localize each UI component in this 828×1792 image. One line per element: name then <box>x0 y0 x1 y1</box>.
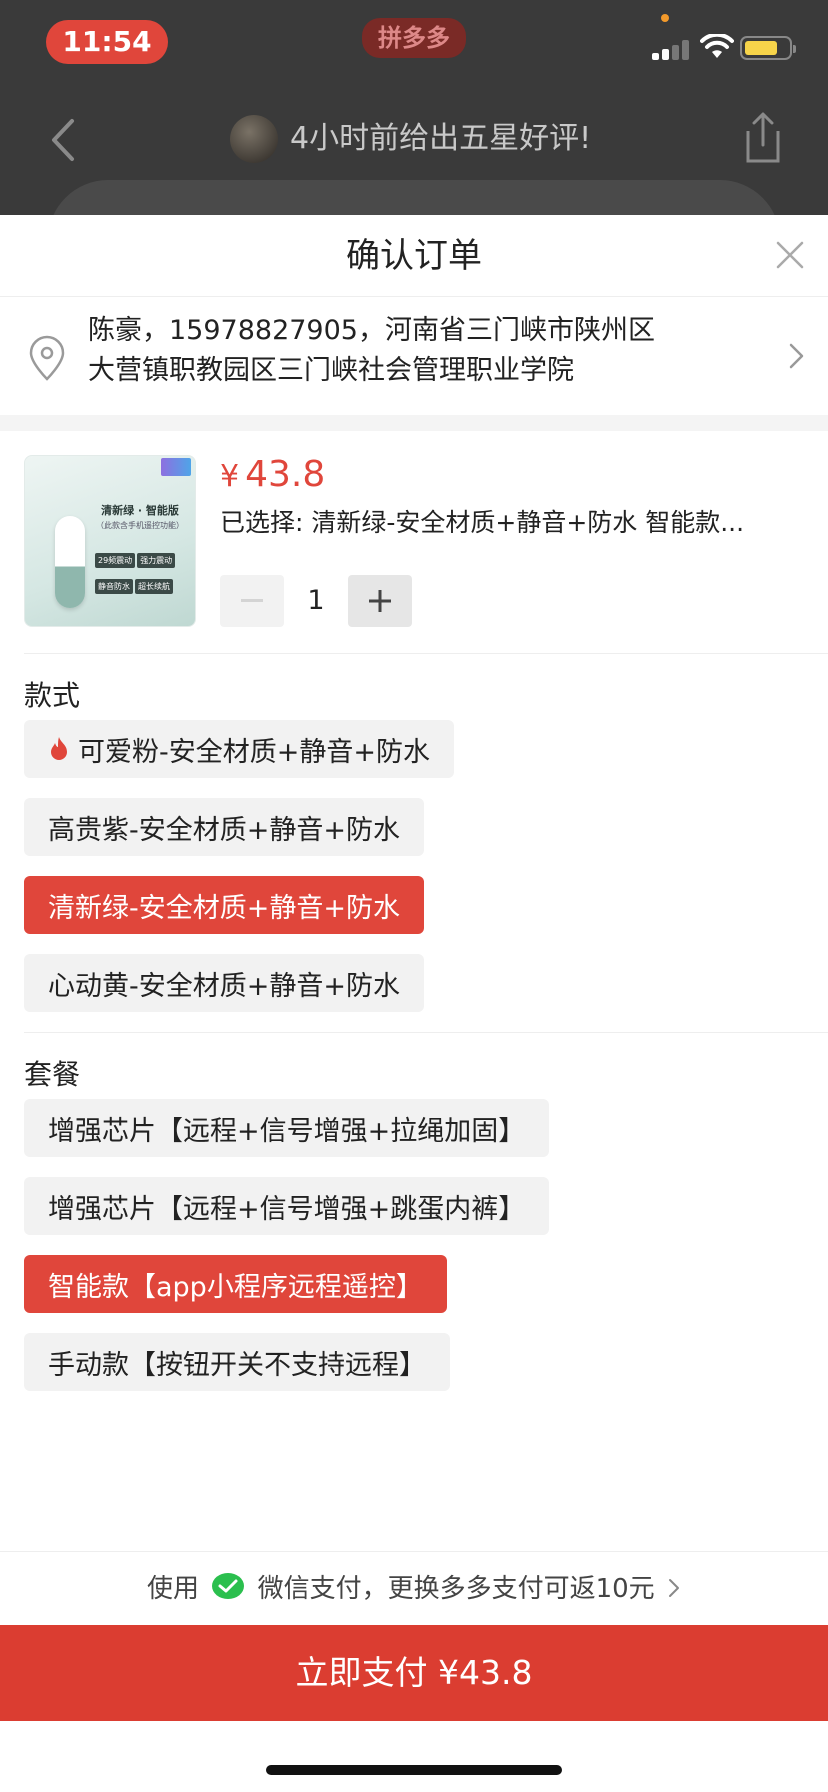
style-option-label: 清新绿-安全材质+静音+防水 <box>48 892 400 924</box>
thumbnail-tag: 强力震动 <box>137 553 176 568</box>
privacy-indicator-dot <box>661 14 669 22</box>
wifi-icon <box>700 34 734 58</box>
package-option-label: 智能款【app小程序远程遥控】 <box>48 1271 423 1303</box>
package-option-label: 手动款【按钮开关不支持远程】 <box>48 1349 426 1381</box>
nav-title: 4小时前给出五星好评! <box>290 121 592 156</box>
close-icon[interactable] <box>774 239 806 271</box>
sheet-header: 确认订单 <box>0 215 828 297</box>
back-icon[interactable] <box>44 115 84 165</box>
product-thumbnail[interactable]: 清新绿 · 智能版 （此款含手机遥控功能） 29频震动 强力震动静音防水 超长续航 <box>24 455 196 627</box>
payment-method-tip[interactable]: 使用 微信支付，更换多多支付可返10元 <box>0 1551 828 1625</box>
style-option-label: 心动黄-安全材质+静音+防水 <box>48 970 400 1002</box>
package-group-title: 套餐 <box>24 1058 81 1091</box>
confirm-order-sheet: 确认订单 陈豪，15978827905，河南省三门峡市陕州区 大营镇职教园区三门… <box>0 215 828 1792</box>
address-text: 陈豪，15978827905，河南省三门峡市陕州区 大营镇职教园区三门峡社会管理… <box>88 311 748 391</box>
style-option[interactable]: 心动黄-安全材质+静音+防水 <box>24 954 424 1012</box>
package-option[interactable]: 增强芯片【远程+信号增强+跳蛋内裤】 <box>24 1177 550 1235</box>
increase-quantity-button[interactable] <box>348 575 412 627</box>
wechat-icon <box>212 1572 245 1599</box>
package-option-label: 增强芯片【远程+信号增强+拉绳加固】 <box>48 1115 526 1147</box>
price-value: 43.8 <box>245 454 326 495</box>
cellular-signal-icon <box>652 38 692 60</box>
address-line-1: 陈豪，15978827905，河南省三门峡市陕州区 <box>88 315 655 346</box>
package-option[interactable]: 增强芯片【远程+信号增强+拉绳加固】 <box>24 1099 550 1157</box>
battery-icon <box>740 36 796 60</box>
plus-icon <box>369 590 391 612</box>
reviewer-avatar <box>230 115 278 163</box>
minus-icon <box>241 599 263 602</box>
address-line-2: 大营镇职教园区三门峡社会管理职业学院 <box>88 355 574 386</box>
package-option[interactable]: 手动款【按钮开关不支持远程】 <box>24 1333 450 1391</box>
chevron-right-icon <box>789 343 804 369</box>
tip-prefix: 使用 <box>147 1574 200 1604</box>
thumbnail-tag: 静音防水 <box>95 579 133 594</box>
dimmed-page-backdrop[interactable]: 11:54 拼多多 4小时前给出五星好评! <box>0 0 828 215</box>
product-price: ¥43.8 <box>220 451 325 501</box>
decrease-quantity-button[interactable] <box>220 575 284 627</box>
tip-text: 微信支付，更换多多支付可返10元 <box>257 1574 655 1604</box>
style-group-title: 款式 <box>24 679 81 712</box>
style-option[interactable]: 高贵紫-安全材质+静音+防水 <box>24 798 424 856</box>
style-option-group: 款式 可爱粉-安全材质+静音+防水 高贵紫-安全材质+静音+防水 清新绿-安全材… <box>0 654 828 1032</box>
fire-icon <box>51 737 67 760</box>
thumbnail-tag: 超长续航 <box>135 579 173 594</box>
nav-bar: 4小时前给出五星好评! <box>0 95 828 185</box>
home-indicator[interactable] <box>266 1765 562 1775</box>
style-option-selected[interactable]: 清新绿-安全材质+静音+防水 <box>24 876 424 934</box>
package-option-label: 增强芯片【远程+信号增强+跳蛋内裤】 <box>48 1193 526 1225</box>
status-bar: 11:54 拼多多 <box>0 0 828 88</box>
chevron-right-icon <box>668 1578 679 1597</box>
share-icon[interactable] <box>740 111 786 165</box>
status-time: 11:54 <box>46 20 168 64</box>
screen: 11:54 拼多多 4小时前给出五星好评! 确认订单 陈豪，1597882790… <box>0 0 828 1792</box>
thumbnail-title: 清新绿 · 智能版 <box>101 504 179 517</box>
section-gap <box>0 415 828 431</box>
thumbnail-tag: 29频震动 <box>95 553 136 568</box>
background-card <box>48 180 780 215</box>
pay-now-button[interactable]: 立即支付 ¥43.8 <box>0 1625 828 1721</box>
style-option-label: 可爱粉-安全材质+静音+防水 <box>78 736 430 768</box>
product-device-image <box>55 516 85 608</box>
package-option-group: 套餐 增强芯片【远程+信号增强+拉绳加固】 增强芯片【远程+信号增强+跳蛋内裤】… <box>0 1033 828 1411</box>
sheet-title: 确认订单 <box>346 236 482 276</box>
thumbnail-tags: 29频震动 强力震动静音防水 超长续航 <box>95 548 191 600</box>
location-pin-icon <box>29 335 65 381</box>
currency-symbol: ¥ <box>220 459 240 494</box>
thumbnail-subtitle: （此款含手机遥控功能） <box>96 521 184 530</box>
product-summary: 清新绿 · 智能版 （此款含手机遥控功能） 29频震动 强力震动静音防水 超长续航 … <box>0 431 828 653</box>
selected-variant-text: 已选择: 清新绿-安全材质+静音+防水 智能款... <box>220 508 745 537</box>
style-option-label: 高贵紫-安全材质+静音+防水 <box>48 814 400 846</box>
shipping-address-row[interactable]: 陈豪，15978827905，河南省三门峡市陕州区 大营镇职教园区三门峡社会管理… <box>0 297 828 415</box>
thumbnail-badge <box>161 458 191 476</box>
style-option[interactable]: 可爱粉-安全材质+静音+防水 <box>24 720 454 778</box>
app-badge: 拼多多 <box>362 18 466 58</box>
quantity-value[interactable]: 1 <box>284 575 348 627</box>
package-option-selected[interactable]: 智能款【app小程序远程遥控】 <box>24 1255 447 1313</box>
